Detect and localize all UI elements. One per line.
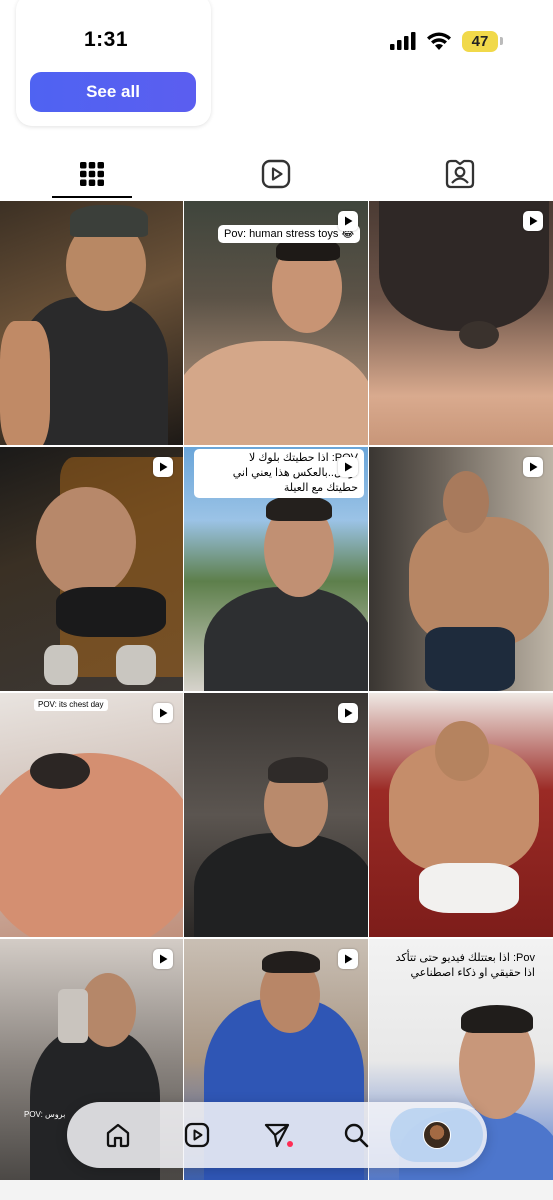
reels-icon [160,462,168,472]
avatar [422,1121,451,1149]
reel-badge [338,211,358,231]
reels-icon [261,159,291,189]
tab-posts[interactable] [0,148,184,200]
notification-dot [287,1141,293,1147]
battery-indicator: 47 [462,30,498,52]
grid-post-5[interactable]: POV: اذا حطيتك بلوك لا تزعل..بالعكس هذا … [184,447,368,691]
tagged-icon [445,159,475,189]
post-caption: POV: its chest day [34,699,108,711]
nav-messages-button[interactable] [253,1111,301,1159]
reel-badge [153,457,173,477]
nav-profile-button[interactable] [390,1108,483,1162]
reels-icon [345,708,353,718]
battery-tip [500,37,503,45]
grid-post-6[interactable] [369,447,553,691]
reel-badge [523,457,543,477]
see-all-button[interactable]: See all [30,72,196,112]
reels-icon [530,216,538,226]
posts-grid: Pov: human stress toys 😂 POV: اذا حطيتك … [0,201,553,1183]
tab-tagged[interactable] [368,148,552,200]
profile-tabs [0,148,553,200]
grid-post-8[interactable] [184,693,368,937]
grid-post-7[interactable]: POV: its chest day [0,693,183,937]
grid-post-2[interactable]: Pov: human stress toys 😂 [184,201,368,445]
post-caption: POV: بروس [24,1110,66,1119]
nav-home-button[interactable] [94,1111,142,1159]
nav-search-button[interactable] [332,1111,380,1159]
home-icon [106,1123,130,1148]
reels-icon [160,708,168,718]
signal-icon [390,32,416,50]
nav-reels-button[interactable] [173,1111,221,1159]
active-tab-indicator [52,196,132,198]
status-time-overlay: 1:31 [84,28,129,51]
grid-icon [80,162,104,186]
reel-badge [523,211,543,231]
grid-post-3[interactable] [369,201,553,445]
wifi-icon [427,32,451,50]
suggestion-card: See all [16,0,211,126]
reels-icon [345,216,353,226]
reel-badge [338,457,358,477]
grid-post-4[interactable] [0,447,183,691]
reel-badge [153,949,173,969]
reels-icon [530,462,538,472]
reels-icon [184,1122,210,1148]
grid-post-1[interactable] [0,201,183,445]
reel-badge [338,703,358,723]
search-icon [344,1123,369,1148]
post-caption: Pov: اذا بعتتلك فيديو حتى تتأكد اذا حقيق… [395,952,535,979]
grid-post-9[interactable] [369,693,553,937]
reels-icon [160,954,168,964]
bottom-navigation [67,1102,487,1168]
status-icons: 47 [390,28,503,54]
reels-icon [345,462,353,472]
reel-badge [338,949,358,969]
tab-reels[interactable] [184,148,368,200]
next-row-peek [0,1180,553,1200]
reels-icon [345,954,353,964]
reel-badge [153,703,173,723]
